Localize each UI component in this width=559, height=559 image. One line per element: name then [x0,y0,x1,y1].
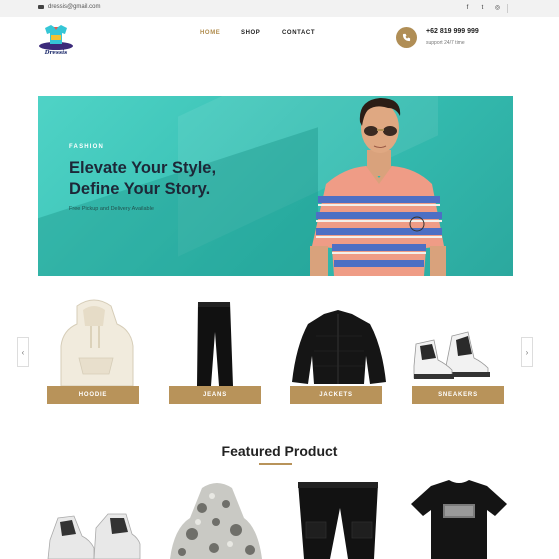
hero-eyebrow: FASHION [69,144,105,150]
featured-title: Featured Product [221,443,338,459]
category-card-hoodie[interactable]: HOODIE [47,296,147,406]
category-label[interactable]: SNEAKERS [412,386,504,404]
hoodie-image [60,299,134,387]
email-text: dressis@gmail.com [48,4,101,10]
contact-email[interactable]: dressis@gmail.com [38,4,100,10]
nav-shop[interactable]: SHOP [241,30,260,36]
category-card-sneakers[interactable]: SNEAKERS [412,296,512,406]
logo-text: Dressis [44,50,68,56]
featured-product-camo-hoodie[interactable] [162,478,262,559]
phone-number[interactable]: +62 819 999 999 [426,28,479,35]
hero-subtitle: Free Pickup and Delivery Available [69,206,154,212]
product-image [298,482,378,559]
hero-title: Elevate Your Style, Define Your Story. [69,158,269,200]
sneakers-image [413,331,490,379]
tshirt-logo-icon [39,25,73,50]
nav-contact[interactable]: CONTACT [282,30,315,36]
category-card-jackets[interactable]: JACKETS [290,296,390,406]
jeans-image [197,302,233,386]
product-image [411,480,507,559]
jacket-image [292,310,386,384]
facebook-icon[interactable]: f [460,3,475,13]
instagram-icon[interactable]: ◎ [490,3,505,13]
featured-product-cargo-pants[interactable] [290,478,390,559]
carousel-next-button[interactable]: › [521,337,533,367]
featured-product-sneaker[interactable] [46,478,146,559]
top-bar: dressis@gmail.com f t ◎ [0,0,559,17]
phone-support-text: support 24/7 time [426,40,465,46]
social-links: f t ◎ [460,3,508,13]
category-label[interactable]: JACKETS [290,386,382,404]
carousel-prev-button[interactable]: ‹ [17,337,29,367]
phone-icon[interactable] [396,27,417,48]
product-image [170,483,262,559]
hero-title-line2: Define Your Story. [69,180,211,198]
product-image [47,513,141,559]
hero-title-line1: Elevate Your Style, [69,159,217,177]
divider [507,3,508,13]
hero-banner: FASHION Elevate Your Style, Define Your … [38,96,513,276]
category-label[interactable]: HOODIE [47,386,139,404]
hero-model-image [310,98,446,276]
featured-title-underline [259,463,292,465]
featured-product-graphic-tee[interactable] [409,478,509,559]
site-logo[interactable]: Dressis [36,22,76,58]
twitter-icon[interactable]: t [475,3,490,13]
nav-home[interactable]: HOME [200,30,220,36]
category-label[interactable]: JEANS [169,386,261,404]
category-card-jeans[interactable]: JEANS [169,296,269,406]
mail-icon [38,5,44,9]
